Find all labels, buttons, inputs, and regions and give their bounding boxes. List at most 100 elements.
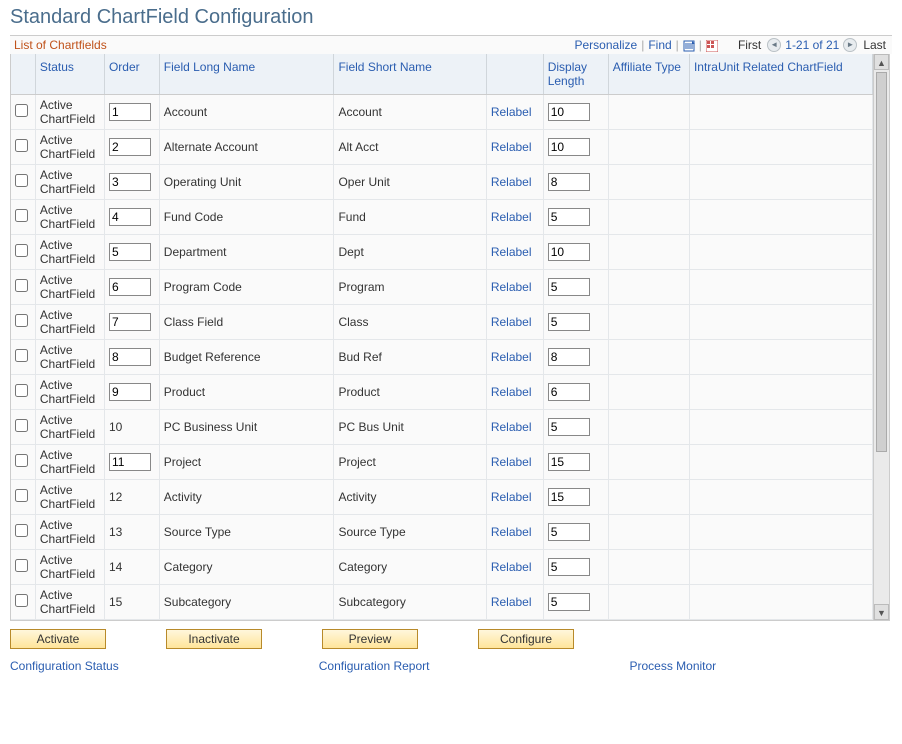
affiliate-type-cell — [608, 340, 689, 375]
row-select-checkbox[interactable] — [15, 559, 28, 572]
relabel-link[interactable]: Relabel — [491, 175, 532, 189]
display-length-input[interactable] — [548, 138, 590, 156]
long-name-cell: Category — [159, 550, 334, 585]
row-select-checkbox[interactable] — [15, 419, 28, 432]
relabel-link[interactable]: Relabel — [491, 490, 532, 504]
intraunit-cell — [689, 95, 872, 130]
display-length-input[interactable] — [548, 558, 590, 576]
row-select-checkbox[interactable] — [15, 244, 28, 257]
order-input[interactable] — [109, 313, 151, 331]
display-length-input[interactable] — [548, 453, 590, 471]
row-select-checkbox[interactable] — [15, 524, 28, 537]
display-length-input[interactable] — [548, 103, 590, 121]
display-length-input[interactable] — [548, 488, 590, 506]
scroll-up-arrow-icon[interactable]: ▲ — [874, 54, 889, 70]
long-name-cell: Program Code — [159, 270, 334, 305]
relabel-link[interactable]: Relabel — [491, 280, 532, 294]
relabel-link[interactable]: Relabel — [491, 455, 532, 469]
affiliate-type-cell — [608, 200, 689, 235]
intraunit-cell — [689, 305, 872, 340]
display-length-input[interactable] — [548, 173, 590, 191]
row-select-checkbox[interactable] — [15, 139, 28, 152]
display-length-input[interactable] — [548, 348, 590, 366]
table-row: Active ChartField13Source TypeSource Typ… — [11, 515, 889, 550]
link-row: Configuration Status Configuration Repor… — [10, 659, 892, 673]
col-order[interactable]: Order — [104, 54, 159, 95]
short-name-cell: Product — [334, 375, 486, 410]
col-affiliate-type[interactable]: Affiliate Type — [608, 54, 689, 95]
relabel-link[interactable]: Relabel — [491, 245, 532, 259]
affiliate-type-cell — [608, 445, 689, 480]
relabel-link[interactable]: Relabel — [491, 315, 532, 329]
relabel-link[interactable]: Relabel — [491, 350, 532, 364]
intraunit-cell — [689, 340, 872, 375]
order-input[interactable] — [109, 103, 151, 121]
relabel-link[interactable]: Relabel — [491, 140, 532, 154]
relabel-link[interactable]: Relabel — [491, 210, 532, 224]
order-input[interactable] — [109, 243, 151, 261]
col-short-name[interactable]: Field Short Name — [334, 54, 486, 95]
status-cell: Active ChartField — [35, 165, 104, 200]
row-select-checkbox[interactable] — [15, 279, 28, 292]
row-select-checkbox[interactable] — [15, 489, 28, 502]
short-name-cell: Oper Unit — [334, 165, 486, 200]
display-length-input[interactable] — [548, 278, 590, 296]
display-length-input[interactable] — [548, 208, 590, 226]
scroll-down-arrow-icon[interactable]: ▼ — [874, 604, 889, 620]
relabel-link[interactable]: Relabel — [491, 105, 532, 119]
download-icon[interactable] — [706, 38, 718, 52]
affiliate-type-cell — [608, 165, 689, 200]
relabel-link[interactable]: Relabel — [491, 420, 532, 434]
view-all-icon[interactable] — [683, 38, 695, 52]
display-length-input[interactable] — [548, 418, 590, 436]
order-input[interactable] — [109, 173, 151, 191]
display-length-input[interactable] — [548, 243, 590, 261]
row-select-checkbox[interactable] — [15, 454, 28, 467]
grid-tools: Personalize | Find | | First ◄ 1-21 of 2… — [575, 38, 889, 52]
row-select-checkbox[interactable] — [15, 384, 28, 397]
relabel-link[interactable]: Relabel — [491, 560, 532, 574]
order-input[interactable] — [109, 453, 151, 471]
preview-button[interactable]: Preview — [322, 629, 418, 649]
col-status[interactable]: Status — [35, 54, 104, 95]
relabel-link[interactable]: Relabel — [491, 525, 532, 539]
col-intraunit[interactable]: IntraUnit Related ChartField — [689, 54, 872, 95]
configure-button[interactable]: Configure — [478, 629, 574, 649]
short-name-cell: Program — [334, 270, 486, 305]
vertical-scrollbar[interactable]: ▲ ▼ — [873, 54, 889, 620]
find-link[interactable]: Find — [648, 38, 671, 52]
nav-prev-icon[interactable]: ◄ — [767, 38, 781, 52]
inactivate-button[interactable]: Inactivate — [166, 629, 262, 649]
intraunit-cell — [689, 130, 872, 165]
row-select-checkbox[interactable] — [15, 314, 28, 327]
table-row: Active ChartField14CategoryCategoryRelab… — [11, 550, 889, 585]
col-long-name[interactable]: Field Long Name — [159, 54, 334, 95]
display-length-input[interactable] — [548, 383, 590, 401]
row-select-checkbox[interactable] — [15, 104, 28, 117]
display-length-input[interactable] — [548, 593, 590, 611]
col-display-length[interactable]: Display Length — [543, 54, 608, 95]
configuration-status-link[interactable]: Configuration Status — [10, 659, 119, 673]
display-length-input[interactable] — [548, 313, 590, 331]
order-input[interactable] — [109, 208, 151, 226]
row-select-checkbox[interactable] — [15, 594, 28, 607]
display-length-input[interactable] — [548, 523, 590, 541]
activate-button[interactable]: Activate — [10, 629, 106, 649]
configuration-report-link[interactable]: Configuration Report — [319, 659, 430, 673]
relabel-link[interactable]: Relabel — [491, 385, 532, 399]
personalize-link[interactable]: Personalize — [575, 38, 638, 52]
order-input[interactable] — [109, 278, 151, 296]
order-input[interactable] — [109, 138, 151, 156]
row-select-checkbox[interactable] — [15, 174, 28, 187]
row-select-checkbox[interactable] — [15, 209, 28, 222]
row-select-checkbox[interactable] — [15, 349, 28, 362]
nav-next-icon[interactable]: ► — [843, 38, 857, 52]
table-row: Active ChartFieldProjectProjectRelabel — [11, 445, 889, 480]
process-monitor-link[interactable]: Process Monitor — [629, 659, 716, 673]
order-input[interactable] — [109, 383, 151, 401]
intraunit-cell — [689, 270, 872, 305]
relabel-link[interactable]: Relabel — [491, 595, 532, 609]
order-input[interactable] — [109, 348, 151, 366]
scroll-thumb[interactable] — [876, 72, 887, 452]
short-name-cell: Project — [334, 445, 486, 480]
